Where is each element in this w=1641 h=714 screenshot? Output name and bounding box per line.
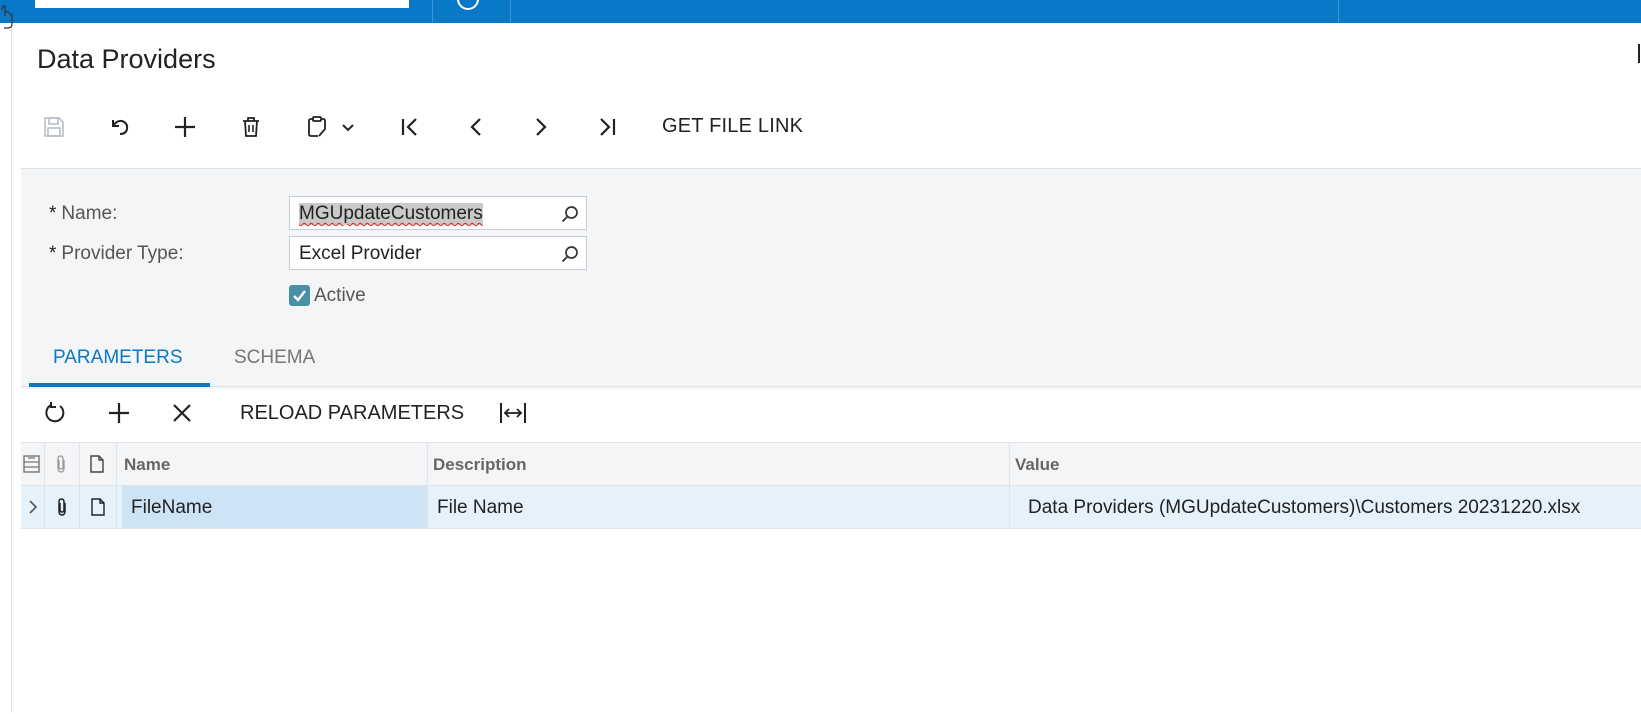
name-field[interactable]: MGUpdateCustomers — [289, 196, 587, 230]
provider-type-value: Excel Provider — [299, 243, 422, 264]
column-divider — [1009, 486, 1010, 528]
nav-divider — [1338, 0, 1339, 23]
attachment-icon — [57, 455, 65, 473]
column-divider — [116, 443, 117, 485]
left-panel-border — [11, 23, 12, 713]
provider-type-label: * Provider Type: — [49, 243, 184, 265]
active-label: Active — [314, 285, 366, 306]
required-mark: * — [49, 203, 57, 224]
column-header-name[interactable]: Name — [124, 455, 170, 475]
copy-paste-button[interactable] — [301, 111, 333, 143]
grid-header: Name Description Value — [21, 443, 1641, 486]
plus-icon — [109, 403, 129, 423]
cell-description[interactable]: File Name — [437, 497, 524, 519]
delete-row-button[interactable] — [167, 398, 197, 428]
refresh-button[interactable] — [40, 398, 70, 428]
chevron-down-icon — [342, 124, 354, 132]
tab-bar-border — [21, 386, 1641, 387]
cell-name[interactable]: FileName — [131, 497, 212, 519]
save-icon — [44, 117, 64, 137]
cell-value[interactable]: Data Providers (MGUpdateCustomers)\Custo… — [1028, 497, 1580, 519]
column-header-value[interactable]: Value — [1015, 455, 1059, 475]
column-divider — [79, 443, 80, 485]
cancel-button[interactable] — [103, 111, 135, 143]
add-row-button[interactable] — [104, 398, 134, 428]
row-selector-icon[interactable] — [22, 454, 42, 474]
nav-divider — [510, 0, 511, 23]
undo-icon — [112, 119, 129, 135]
search-icon[interactable] — [560, 204, 580, 224]
top-nav-bar — [0, 0, 1641, 23]
last-record-button[interactable] — [591, 111, 623, 143]
checkmark-icon — [293, 290, 306, 302]
fit-columns-button[interactable] — [498, 398, 528, 428]
required-mark: * — [49, 243, 57, 264]
provider-type-label-text: Provider Type: — [61, 243, 184, 264]
tab-schema[interactable]: SCHEMA — [234, 347, 315, 369]
text-caret — [1638, 44, 1640, 63]
copy-paste-dropdown[interactable] — [338, 111, 358, 143]
next-record-icon — [536, 118, 547, 136]
active-checkbox[interactable] — [289, 285, 310, 306]
mouse-cursor-icon — [1, 5, 13, 29]
fit-columns-icon — [500, 403, 526, 423]
delete-button[interactable] — [235, 111, 267, 143]
column-divider — [44, 443, 45, 485]
page-title: Data Providers — [37, 44, 216, 74]
parameters-grid: Name Description Value FileName File Nam… — [21, 442, 1641, 714]
trash-icon — [243, 117, 259, 137]
column-header-description[interactable]: Description — [433, 455, 527, 475]
next-record-button[interactable] — [525, 111, 557, 143]
tab-parameters[interactable]: PARAMETERS — [53, 347, 183, 369]
get-file-link-button[interactable]: GET FILE LINK — [662, 115, 803, 138]
note-icon — [90, 455, 104, 473]
first-record-button[interactable] — [394, 111, 426, 143]
save-button[interactable] — [38, 111, 70, 143]
column-divider — [427, 443, 428, 485]
note-icon[interactable] — [88, 497, 108, 517]
search-icon[interactable] — [560, 244, 580, 264]
name-field-value: MGUpdateCustomers — [299, 203, 483, 225]
nav-divider — [432, 0, 433, 23]
previous-record-button[interactable] — [460, 111, 492, 143]
active-tab-indicator — [29, 383, 210, 387]
column-divider — [79, 486, 80, 528]
refresh-icon — [45, 402, 65, 423]
column-divider — [1009, 443, 1010, 485]
first-record-icon — [401, 118, 417, 136]
clipboard-icon — [308, 116, 326, 137]
column-divider — [44, 486, 45, 528]
chevron-right-icon[interactable] — [23, 497, 43, 517]
last-record-icon — [600, 118, 616, 136]
attachment-icon[interactable] — [52, 497, 72, 517]
provider-type-field[interactable]: Excel Provider — [289, 236, 587, 270]
add-button[interactable] — [169, 111, 201, 143]
help-icon[interactable] — [457, 0, 479, 10]
plus-icon — [175, 117, 195, 137]
close-icon — [173, 404, 191, 422]
previous-record-icon — [470, 118, 481, 136]
name-label-text: Name: — [61, 203, 118, 224]
reload-parameters-button[interactable]: RELOAD PARAMETERS — [240, 402, 464, 425]
global-search-box[interactable] — [35, 0, 409, 8]
column-divider — [427, 486, 428, 528]
name-label: * Name: — [49, 203, 117, 225]
table-row[interactable]: FileName File Name Data Providers (MGUpd… — [21, 486, 1641, 529]
column-divider — [116, 486, 117, 528]
